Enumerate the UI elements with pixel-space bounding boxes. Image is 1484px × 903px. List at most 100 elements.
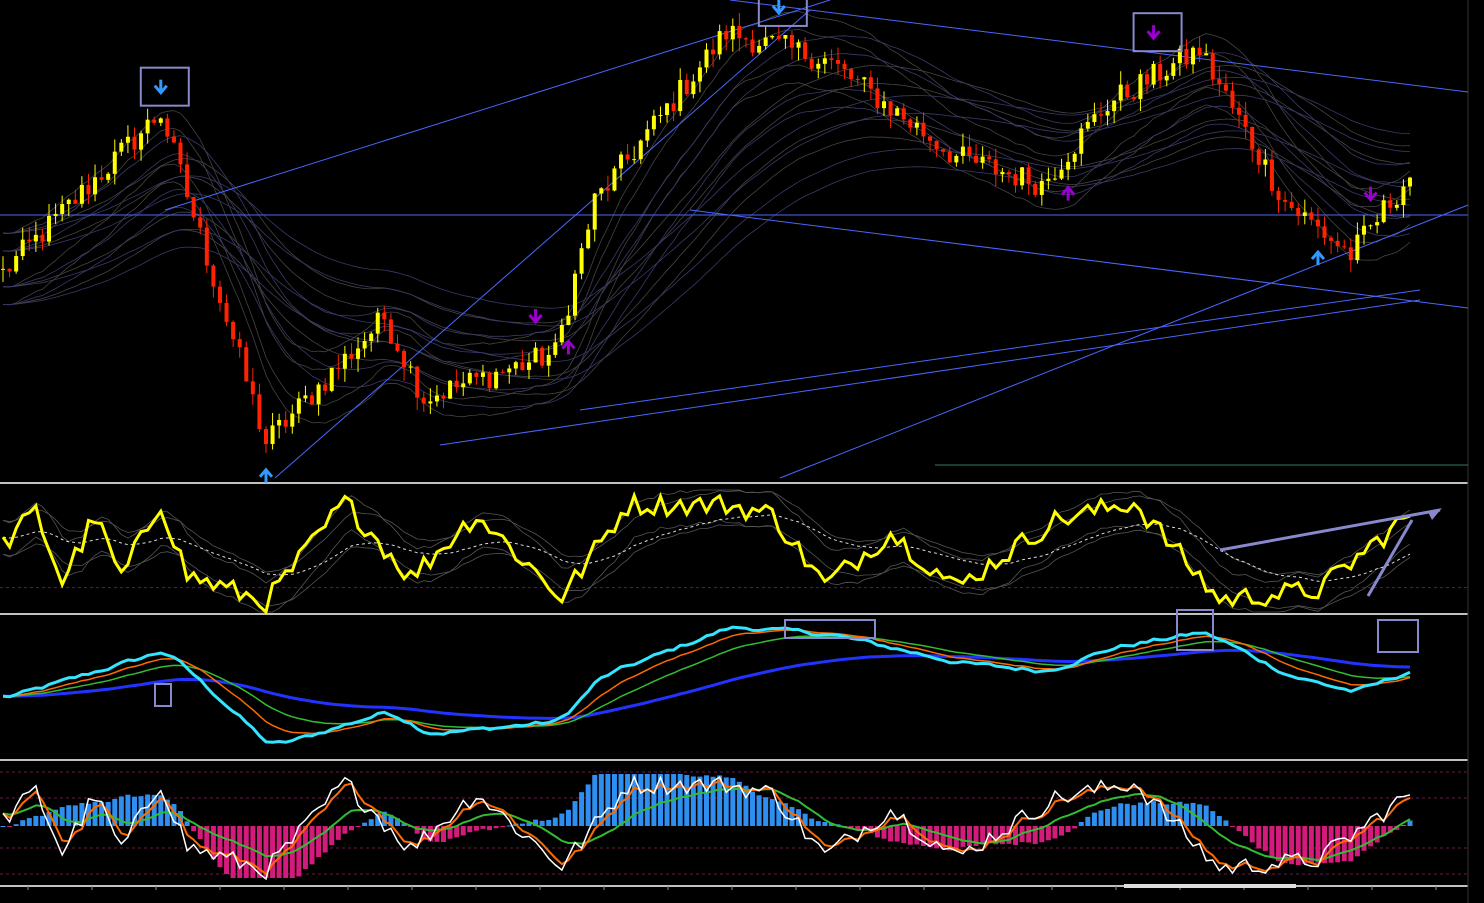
histogram-bar <box>1348 826 1354 862</box>
histogram-bar <box>960 826 966 847</box>
candle-body <box>1388 200 1393 208</box>
histogram-bar <box>316 826 322 858</box>
candle-body <box>270 425 275 445</box>
candle-body <box>1171 63 1176 76</box>
candle-body <box>362 341 367 349</box>
candle-body <box>533 347 538 363</box>
candle-body <box>868 77 873 89</box>
candle-body <box>757 45 762 53</box>
histogram-bar <box>611 774 617 826</box>
candle-body <box>27 239 32 242</box>
candle-body <box>724 31 729 40</box>
candle-body <box>566 315 571 326</box>
candle-body <box>763 37 768 46</box>
histogram-bar <box>822 822 828 826</box>
candle-body <box>1191 47 1196 65</box>
candle-body <box>1276 190 1281 200</box>
histogram-bar <box>26 818 32 826</box>
histogram-bar <box>270 826 276 878</box>
candle-body <box>809 58 814 69</box>
candle-body <box>901 108 906 120</box>
histogram-bar <box>13 824 19 826</box>
chart-background <box>0 0 1484 903</box>
candle-body <box>1079 128 1084 154</box>
candle-body <box>855 78 860 80</box>
candle-body <box>310 395 315 405</box>
candle-body <box>1322 226 1327 238</box>
candle-body <box>277 419 282 426</box>
candle-body <box>250 381 255 395</box>
candle-body <box>402 350 407 368</box>
candle-body <box>33 234 38 242</box>
candle-body <box>691 81 696 95</box>
candle-body <box>1230 90 1235 108</box>
candle-body <box>139 133 144 150</box>
candle-body <box>165 118 170 137</box>
candle-body <box>875 88 880 109</box>
candle-body <box>1151 63 1156 85</box>
candle-body <box>1263 159 1268 165</box>
candle-body <box>507 368 512 373</box>
histogram-bar <box>1144 803 1150 826</box>
candle-body <box>336 367 341 369</box>
histogram-bar <box>644 774 650 826</box>
candle-body <box>842 63 847 70</box>
candle-body <box>1269 159 1274 191</box>
histogram-bar <box>33 815 39 826</box>
candle-body <box>323 384 328 391</box>
candle-body <box>605 188 610 191</box>
histogram-bar <box>7 826 13 827</box>
candle-body <box>546 354 551 366</box>
candle-body <box>1315 219 1320 227</box>
candle-body <box>428 401 433 404</box>
candle-body <box>599 188 604 194</box>
candle-body <box>1046 178 1051 181</box>
histogram-bar <box>1243 826 1249 836</box>
histogram-bar <box>966 826 972 846</box>
candle-body <box>1355 234 1360 261</box>
histogram-bar <box>809 818 815 826</box>
histogram-bar <box>1229 826 1235 827</box>
histogram-bar <box>1197 804 1203 826</box>
histogram-bar <box>789 807 795 826</box>
candle-body <box>1059 169 1064 179</box>
candle-body <box>697 67 702 82</box>
candle-body <box>1112 100 1117 112</box>
histogram-bar <box>348 826 354 831</box>
candle-body <box>750 39 755 53</box>
histogram-bar <box>1111 806 1117 826</box>
candle-body <box>592 193 597 230</box>
candle-body <box>112 151 117 174</box>
candle-body <box>704 49 709 68</box>
candle-body <box>1256 149 1261 165</box>
candle-body <box>770 36 775 38</box>
candle-body <box>1085 122 1090 129</box>
candle-body <box>1223 84 1228 91</box>
candle-body <box>829 58 834 61</box>
candle-body <box>1394 204 1399 208</box>
candle-body <box>619 154 624 169</box>
candle-body <box>1329 237 1334 241</box>
histogram-bar <box>769 799 775 826</box>
candle-body <box>1375 222 1380 226</box>
candle-body <box>382 312 387 320</box>
trading-chart <box>0 0 1484 903</box>
candle-body <box>711 49 716 55</box>
candle-body <box>1039 180 1044 195</box>
candle-body <box>283 419 288 427</box>
candle-body <box>158 118 163 123</box>
histogram-bar <box>473 826 479 831</box>
candle-body <box>1335 240 1340 247</box>
histogram-bar <box>756 795 762 826</box>
candle-body <box>329 367 334 391</box>
candle-body <box>316 384 321 405</box>
candle-body <box>1013 174 1018 186</box>
candle-body <box>434 395 439 402</box>
candle-body <box>684 79 689 95</box>
histogram-bar <box>1210 811 1216 826</box>
candle-body <box>171 136 176 143</box>
scrollbar-thumb[interactable] <box>1124 884 1296 888</box>
candle-body <box>145 119 150 134</box>
histogram-bar <box>1078 821 1084 826</box>
candle-body <box>921 122 926 137</box>
